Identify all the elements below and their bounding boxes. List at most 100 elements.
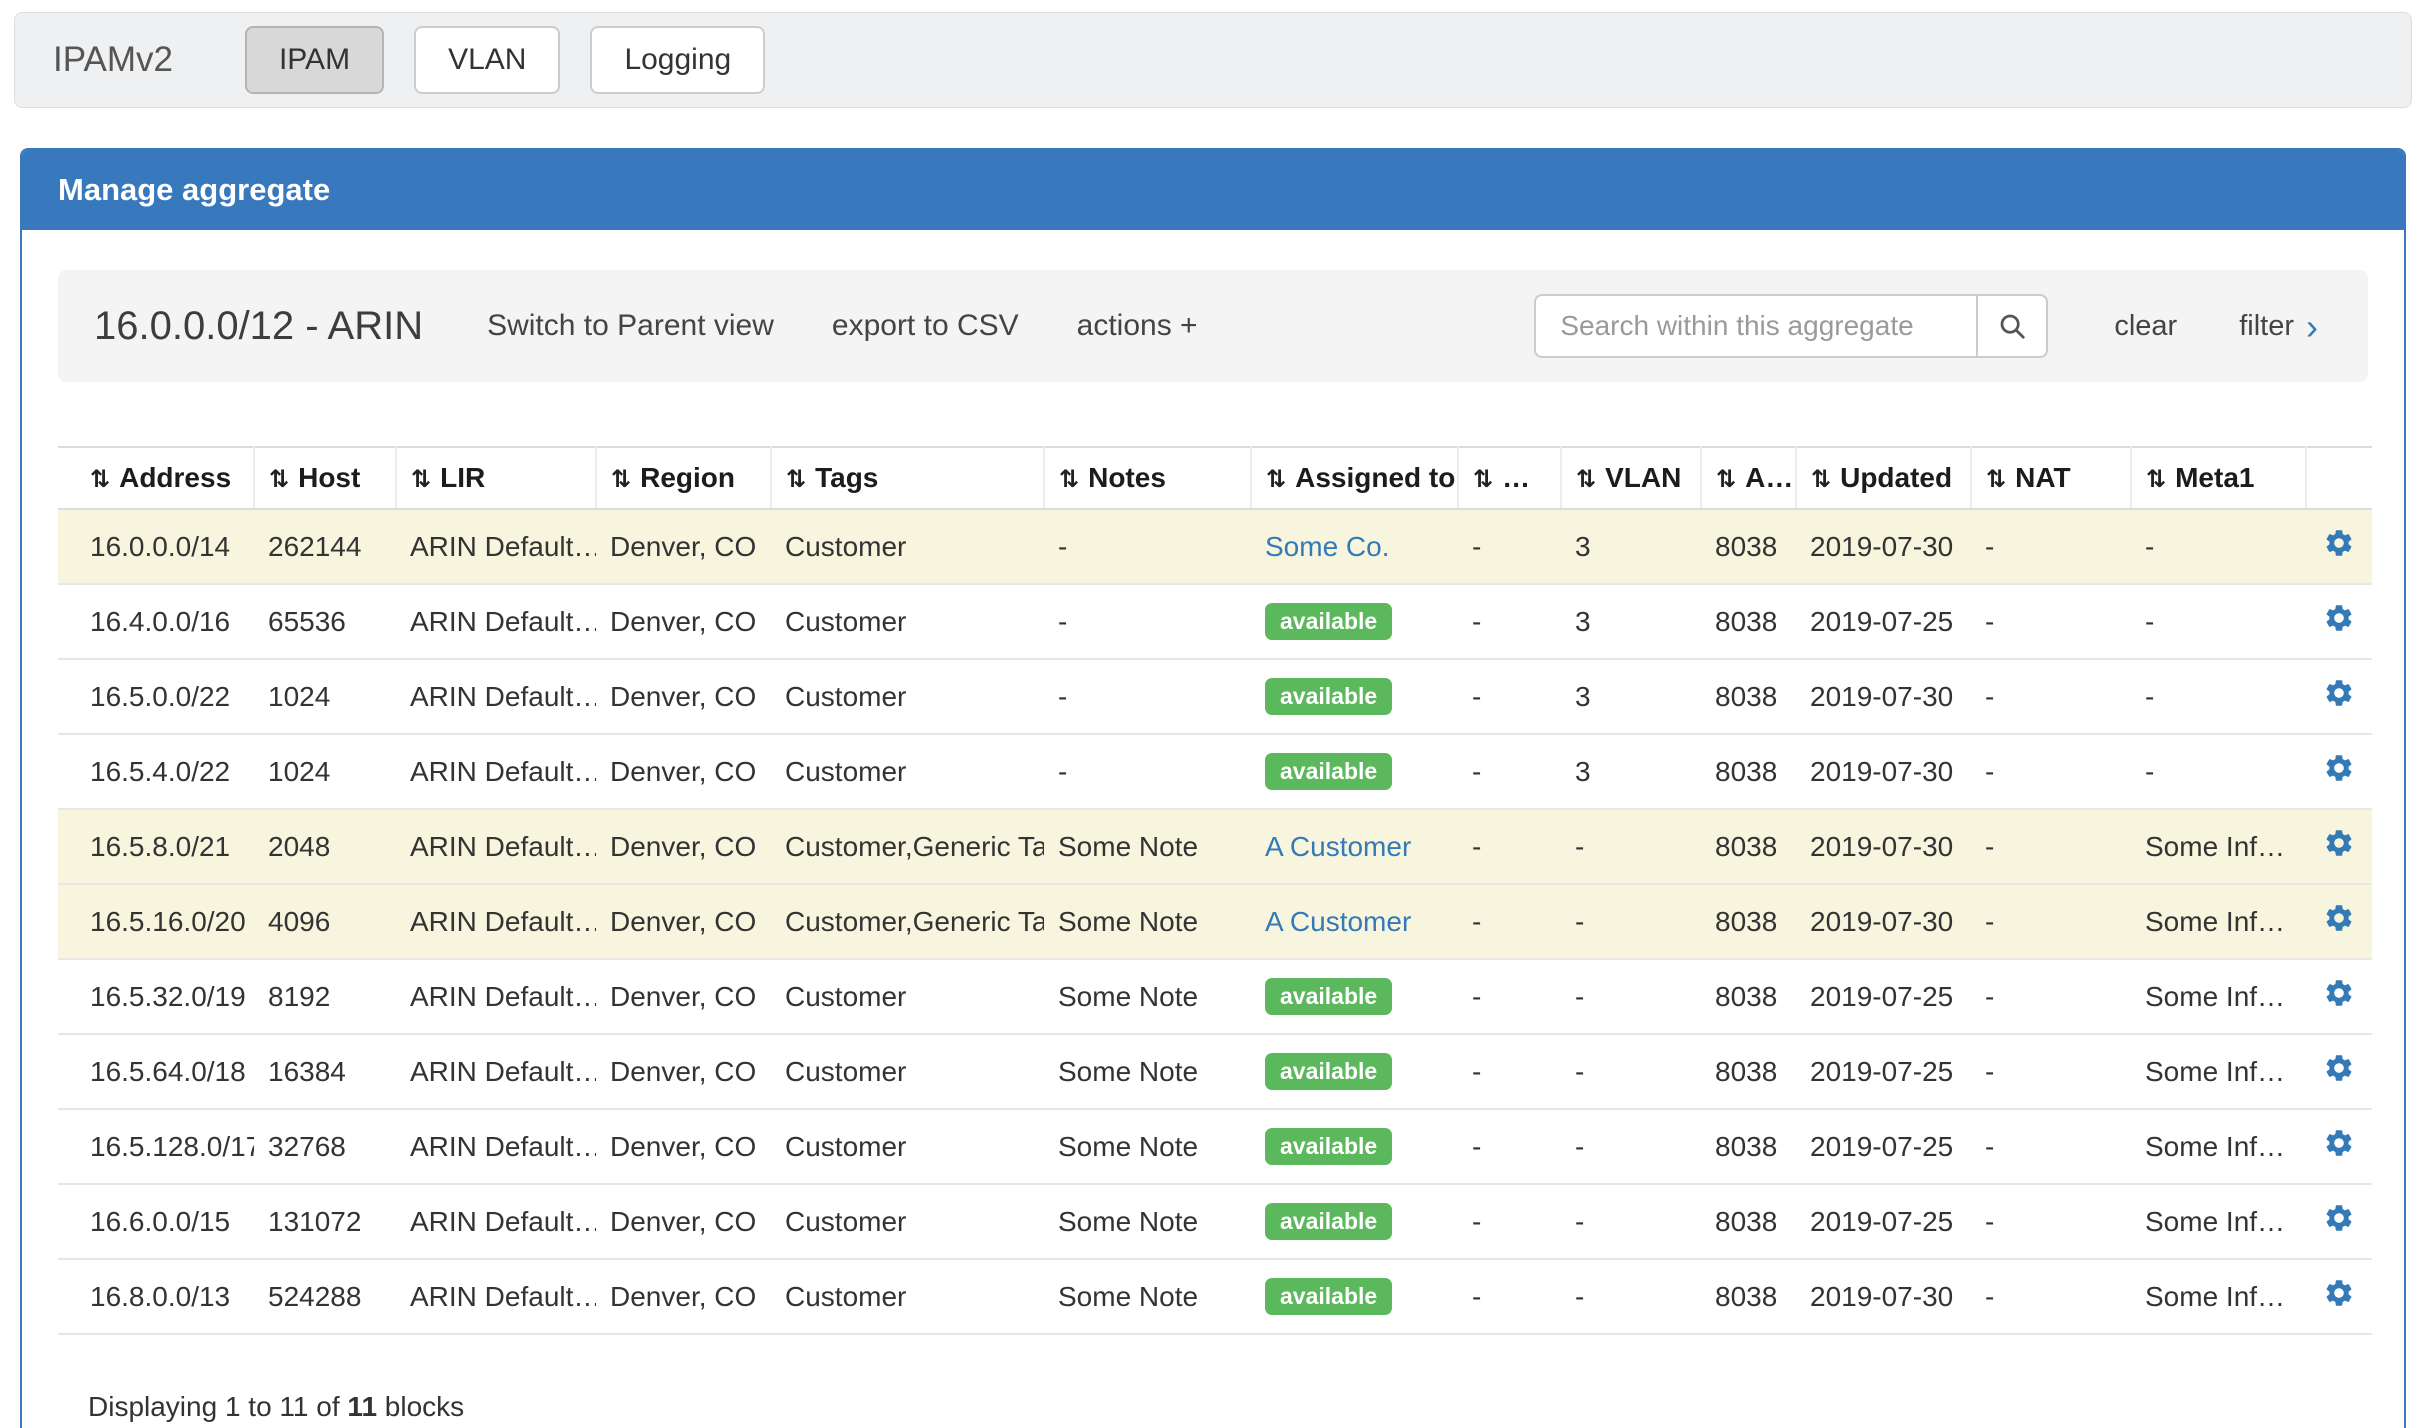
cell-actions [2306,959,2372,1034]
column-label: LIR [440,462,485,493]
row-settings-button[interactable] [2323,602,2355,634]
row-settings-button[interactable] [2323,527,2355,559]
cell-meta1: Some Inf… [2131,1259,2306,1334]
gear-icon [2323,1052,2355,1084]
cell-host: 262144 [254,509,396,584]
availability-badge: available [1265,1128,1392,1165]
column-header-meta1[interactable]: ⇅Meta1 [2131,447,2306,509]
cell-vlan: - [1561,1259,1701,1334]
cell-address: 16.5.8.0/21 [58,809,254,884]
filter-link[interactable]: filter › [2239,310,2318,343]
cell-address: 16.4.0.0/16 [58,584,254,659]
column-header-host[interactable]: ⇅Host [254,447,396,509]
cell-address: 16.8.0.0/13 [58,1259,254,1334]
column-header-vlan[interactable]: ⇅VLAN [1561,447,1701,509]
column-header-assigned-to[interactable]: ⇅Assigned to [1251,447,1458,509]
footer-count: 11 [347,1391,377,1422]
cell-assigned: available [1251,959,1458,1034]
row-settings-button[interactable] [2323,1052,2355,1084]
cell-updated: 2019-07-25 [1796,1109,1971,1184]
actions-menu-link[interactable]: actions + [1077,309,1198,343]
column-header-truncated[interactable]: ⇅… [1458,447,1561,509]
clear-filter-link[interactable]: clear [2114,310,2177,343]
nav-tab-vlan[interactable]: VLAN [414,26,560,94]
row-settings-button[interactable] [2323,1277,2355,1309]
cell-updated: 2019-07-25 [1796,1034,1971,1109]
table-row: 16.5.0.0/221024ARIN Default…Denver, COCu… [58,659,2372,734]
brand-logo[interactable]: IPAMv2 [53,40,173,80]
column-header-a-truncated[interactable]: ⇅A… [1701,447,1796,509]
column-header-updated[interactable]: ⇅Updated [1796,447,1971,509]
search-icon [1997,311,2027,341]
cell-host: 32768 [254,1109,396,1184]
table-row: 16.5.8.0/212048ARIN Default…Denver, COCu… [58,809,2372,884]
table-body: 16.0.0.0/14262144ARIN Default…Denver, CO… [58,509,2372,1334]
assigned-customer-link[interactable]: A Customer [1265,831,1411,862]
row-settings-button[interactable] [2323,1127,2355,1159]
nav-tab-logging[interactable]: Logging [590,26,765,94]
cell-host: 2048 [254,809,396,884]
cell-c8: - [1458,584,1561,659]
cell-updated: 2019-07-30 [1796,734,1971,809]
cell-lir: ARIN Default… [396,959,596,1034]
assigned-customer-link[interactable]: Some Co. [1265,531,1390,562]
cell-lir: ARIN Default… [396,1259,596,1334]
column-header-region[interactable]: ⇅Region [596,447,771,509]
switch-parent-view-link[interactable]: Switch to Parent view [487,309,774,343]
column-label: Tags [815,462,878,493]
column-header-notes[interactable]: ⇅Notes [1044,447,1251,509]
assigned-customer-link[interactable]: A Customer [1265,906,1411,937]
gear-icon [2323,902,2355,934]
cell-tags: Customer,Generic Tag [771,884,1044,959]
column-label: Host [298,462,360,493]
cell-actions [2306,509,2372,584]
cell-acol: 8038 [1701,884,1796,959]
search-button[interactable] [1976,294,2048,358]
cell-acol: 8038 [1701,1184,1796,1259]
cell-tags: Customer [771,509,1044,584]
cell-host: 8192 [254,959,396,1034]
column-header-lir[interactable]: ⇅LIR [396,447,596,509]
gear-icon [2323,1127,2355,1159]
row-settings-button[interactable] [2323,902,2355,934]
cell-address: 16.5.64.0/18 [58,1034,254,1109]
cell-tags: Customer [771,1184,1044,1259]
cell-c8: - [1458,1184,1561,1259]
column-header-tags[interactable]: ⇅Tags [771,447,1044,509]
cell-tags: Customer [771,584,1044,659]
sort-icon: ⇅ [1986,465,2006,493]
row-settings-button[interactable] [2323,677,2355,709]
cell-actions [2306,584,2372,659]
column-label: … [1502,462,1530,493]
cell-assigned: available [1251,734,1458,809]
cell-acol: 8038 [1701,959,1796,1034]
column-label: Region [640,462,735,493]
cell-tags: Customer [771,1259,1044,1334]
search-input[interactable] [1534,294,1976,358]
blocks-table: ⇅Address⇅Host⇅LIR⇅Region⇅Tags⇅Notes⇅Assi… [58,446,2372,1335]
gear-icon [2323,602,2355,634]
column-header-address[interactable]: ⇅Address [58,447,254,509]
cell-lir: ARIN Default… [396,884,596,959]
nav-tab-ipam[interactable]: IPAM [245,26,384,94]
cell-actions [2306,659,2372,734]
cell-c8: - [1458,809,1561,884]
row-settings-button[interactable] [2323,977,2355,1009]
sort-icon: ⇅ [1266,465,1286,493]
row-settings-button[interactable] [2323,752,2355,784]
cell-notes: - [1044,734,1251,809]
cell-nat: - [1971,809,2131,884]
cell-region: Denver, CO [596,1109,771,1184]
cell-meta1: - [2131,509,2306,584]
row-settings-button[interactable] [2323,1202,2355,1234]
cell-notes: Some Note [1044,1259,1251,1334]
cell-meta1: Some Inf… [2131,959,2306,1034]
gear-icon [2323,977,2355,1009]
export-csv-link[interactable]: export to CSV [832,309,1019,343]
sort-icon: ⇅ [1576,465,1596,493]
cell-region: Denver, CO [596,884,771,959]
column-header-nat[interactable]: ⇅NAT [1971,447,2131,509]
aggregate-title: 16.0.0.0/12 - ARIN [94,304,423,349]
cell-address: 16.5.128.0/17 [58,1109,254,1184]
row-settings-button[interactable] [2323,827,2355,859]
